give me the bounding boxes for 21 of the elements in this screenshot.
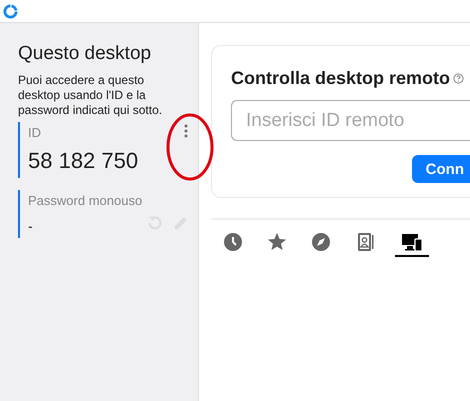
address-book-icon [355, 232, 375, 252]
star-icon [267, 232, 287, 252]
compass-icon [311, 232, 331, 252]
sidebar-description: Puoi accedere a questo desktop usando l'ID e la password indicati qui sotto. [18, 73, 164, 118]
clock-icon [223, 232, 243, 252]
computer-icon [401, 232, 423, 252]
remote-id-field[interactable]: Inserisci ID remoto [231, 100, 470, 141]
sidebar-title: Questo desktop [18, 43, 152, 65]
password-label: Password monouso [28, 192, 144, 208]
id-value: 58 182 750 [28, 147, 140, 175]
help-icon[interactable] [453, 73, 464, 84]
connect-button[interactable]: Conn [412, 155, 470, 183]
annotation-ellipse [165, 112, 215, 182]
accent-bar [18, 122, 20, 178]
app-logo-icon [3, 4, 18, 18]
more-options-button[interactable] [184, 124, 188, 138]
id-label: ID [28, 124, 41, 140]
accent-bar [18, 190, 20, 238]
devices-tab[interactable] [395, 232, 429, 257]
connect-title: Controlla desktop remoto [231, 68, 450, 89]
password-value: - [28, 217, 33, 236]
